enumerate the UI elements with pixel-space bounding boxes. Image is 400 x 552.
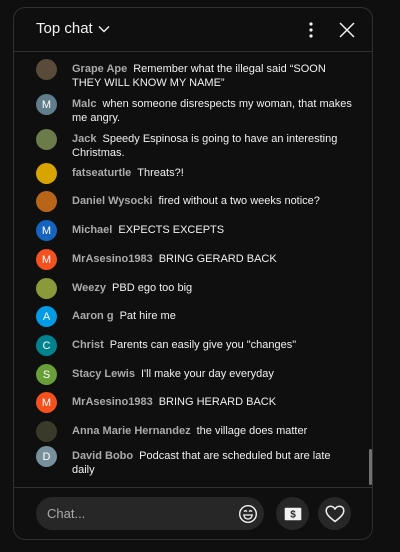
message-text: BRING HERARD BACK xyxy=(158,396,277,408)
message-body: MrAsesino1983 BRING HERARD BACK xyxy=(72,392,352,409)
avatar[interactable]: M xyxy=(36,94,57,115)
avatar[interactable]: M xyxy=(36,220,57,241)
chat-input[interactable] xyxy=(36,497,264,530)
chat-message[interactable]: Weezy PBD ego too big xyxy=(14,278,360,299)
chat-input-bar: $ xyxy=(14,487,372,539)
message-author[interactable]: Christ xyxy=(72,339,104,351)
heart-icon xyxy=(324,504,345,522)
avatar[interactable]: M xyxy=(36,249,57,270)
message-author[interactable]: Daniel Wysocki xyxy=(72,195,153,207)
message-text: Parents can easily give you "changes" xyxy=(109,339,297,351)
message-body: Stacy Lewis I'll make your day everyday xyxy=(72,364,352,381)
close-chat-button[interactable] xyxy=(334,17,360,43)
avatar[interactable]: D xyxy=(36,446,57,467)
close-icon xyxy=(339,22,355,38)
super-chat-button[interactable]: $ xyxy=(276,497,309,530)
message-text: EXPECTS EXCEPTS xyxy=(118,224,225,236)
avatar[interactable]: C xyxy=(36,335,57,356)
chat-header: Top chat xyxy=(14,8,372,52)
chat-message[interactable]: D David Bobo Podcast that are scheduled bu… xyxy=(14,446,360,477)
avatar[interactable] xyxy=(36,191,57,212)
message-author[interactable]: Aaron g xyxy=(72,310,114,322)
message-text: Speedy Espinosa is going to have an inte… xyxy=(72,133,338,159)
chat-message[interactable]: A Aaron g Pat hire me xyxy=(14,306,360,327)
avatar[interactable] xyxy=(36,59,57,80)
message-body: MrAsesino1983 BRING GERARD BACK xyxy=(72,249,352,266)
message-author[interactable]: Grape Ape xyxy=(72,63,127,75)
message-body: Daniel Wysocki fired without a two weeks … xyxy=(72,191,352,208)
message-author[interactable]: MrAsesino1983 xyxy=(72,253,153,265)
chat-message[interactable]: C Christ Parents can easily give you "chan… xyxy=(14,335,360,356)
message-text: I'll make your day everyday xyxy=(140,368,274,380)
chat-message[interactable]: Anna Marie Hernandez the village does mat… xyxy=(14,421,360,442)
emoji-button[interactable] xyxy=(237,503,259,525)
avatar[interactable] xyxy=(36,278,57,299)
message-body: Anna Marie Hernandez the village does mat… xyxy=(72,421,352,438)
message-author[interactable]: Stacy Lewis xyxy=(72,368,135,380)
chat-mode-label: Top chat xyxy=(36,20,93,37)
message-text: Pat hire me xyxy=(119,310,176,322)
chat-message[interactable]: M Michael EXPECTS EXCEPTS xyxy=(14,220,360,241)
chat-message[interactable]: M MrAsesino1983 BRING HERARD BACK xyxy=(14,392,360,413)
message-body: fatseaturtle Threats?! xyxy=(72,163,352,180)
message-body: Weezy PBD ego too big xyxy=(72,278,352,295)
message-text: when someone disrespects my woman, that … xyxy=(72,98,352,124)
avatar[interactable] xyxy=(36,163,57,184)
message-body: Christ Parents can easily give you "chang… xyxy=(72,335,352,352)
avatar[interactable]: A xyxy=(36,306,57,327)
message-text: BRING GERARD BACK xyxy=(158,253,277,265)
chat-message[interactable]: fatseaturtle Threats?! xyxy=(14,163,360,184)
avatar[interactable] xyxy=(36,421,57,442)
message-author[interactable]: Anna Marie Hernandez xyxy=(72,425,191,437)
message-author[interactable]: Weezy xyxy=(72,282,106,294)
emoji-icon xyxy=(238,504,258,524)
chevron-down-icon xyxy=(98,25,110,32)
chat-message[interactable]: M MrAsesino1983 BRING GERARD BACK xyxy=(14,249,360,270)
message-body: Grape Ape Remember what the illegal said … xyxy=(72,59,352,90)
chat-scrollbar[interactable] xyxy=(369,449,372,485)
more-options-button[interactable] xyxy=(299,18,323,42)
chat-message[interactable]: Daniel Wysocki fired without a two weeks … xyxy=(14,191,360,212)
message-body: David Bobo Podcast that are scheduled but… xyxy=(72,446,352,477)
heart-button[interactable] xyxy=(318,497,351,530)
message-author[interactable]: Michael xyxy=(72,224,112,236)
message-body: Jack Speedy Espinosa is going to have an … xyxy=(72,129,352,160)
message-text: fired without a two weeks notice? xyxy=(158,195,320,207)
live-chat-panel: Top chat Grape Ape Remember what the ille… xyxy=(13,7,373,540)
message-text: the village does matter xyxy=(196,425,308,437)
avatar[interactable]: S xyxy=(36,364,57,385)
avatar[interactable] xyxy=(36,129,57,150)
chat-message[interactable]: M Malc when someone disrespects my woman, … xyxy=(14,94,360,125)
top-chat-dropdown[interactable]: Top chat xyxy=(36,20,111,37)
avatar[interactable]: M xyxy=(36,392,57,413)
message-body: Malc when someone disrespects my woman, t… xyxy=(72,94,352,125)
chat-message[interactable]: Jack Speedy Espinosa is going to have an … xyxy=(14,129,360,160)
chat-message[interactable]: S Stacy Lewis I'll make your day everyday xyxy=(14,364,360,385)
message-author[interactable]: fatseaturtle xyxy=(72,167,131,179)
chat-messages-list[interactable]: Grape Ape Remember what the illegal said … xyxy=(14,52,372,486)
message-author[interactable]: Malc xyxy=(72,98,96,110)
dollar-icon: $ xyxy=(284,507,301,520)
chat-message[interactable]: Grape Ape Remember what the illegal said … xyxy=(14,59,360,90)
svg-text:$: $ xyxy=(290,509,296,520)
message-author[interactable]: Jack xyxy=(72,133,96,145)
message-text: PBD ego too big xyxy=(112,282,193,294)
message-body: Aaron g Pat hire me xyxy=(72,306,352,323)
message-body: Michael EXPECTS EXCEPTS xyxy=(72,220,352,237)
message-text: Threats?! xyxy=(137,167,184,179)
more-vert-icon xyxy=(309,22,313,38)
message-author[interactable]: MrAsesino1983 xyxy=(72,396,153,408)
message-author[interactable]: David Bobo xyxy=(72,450,133,462)
